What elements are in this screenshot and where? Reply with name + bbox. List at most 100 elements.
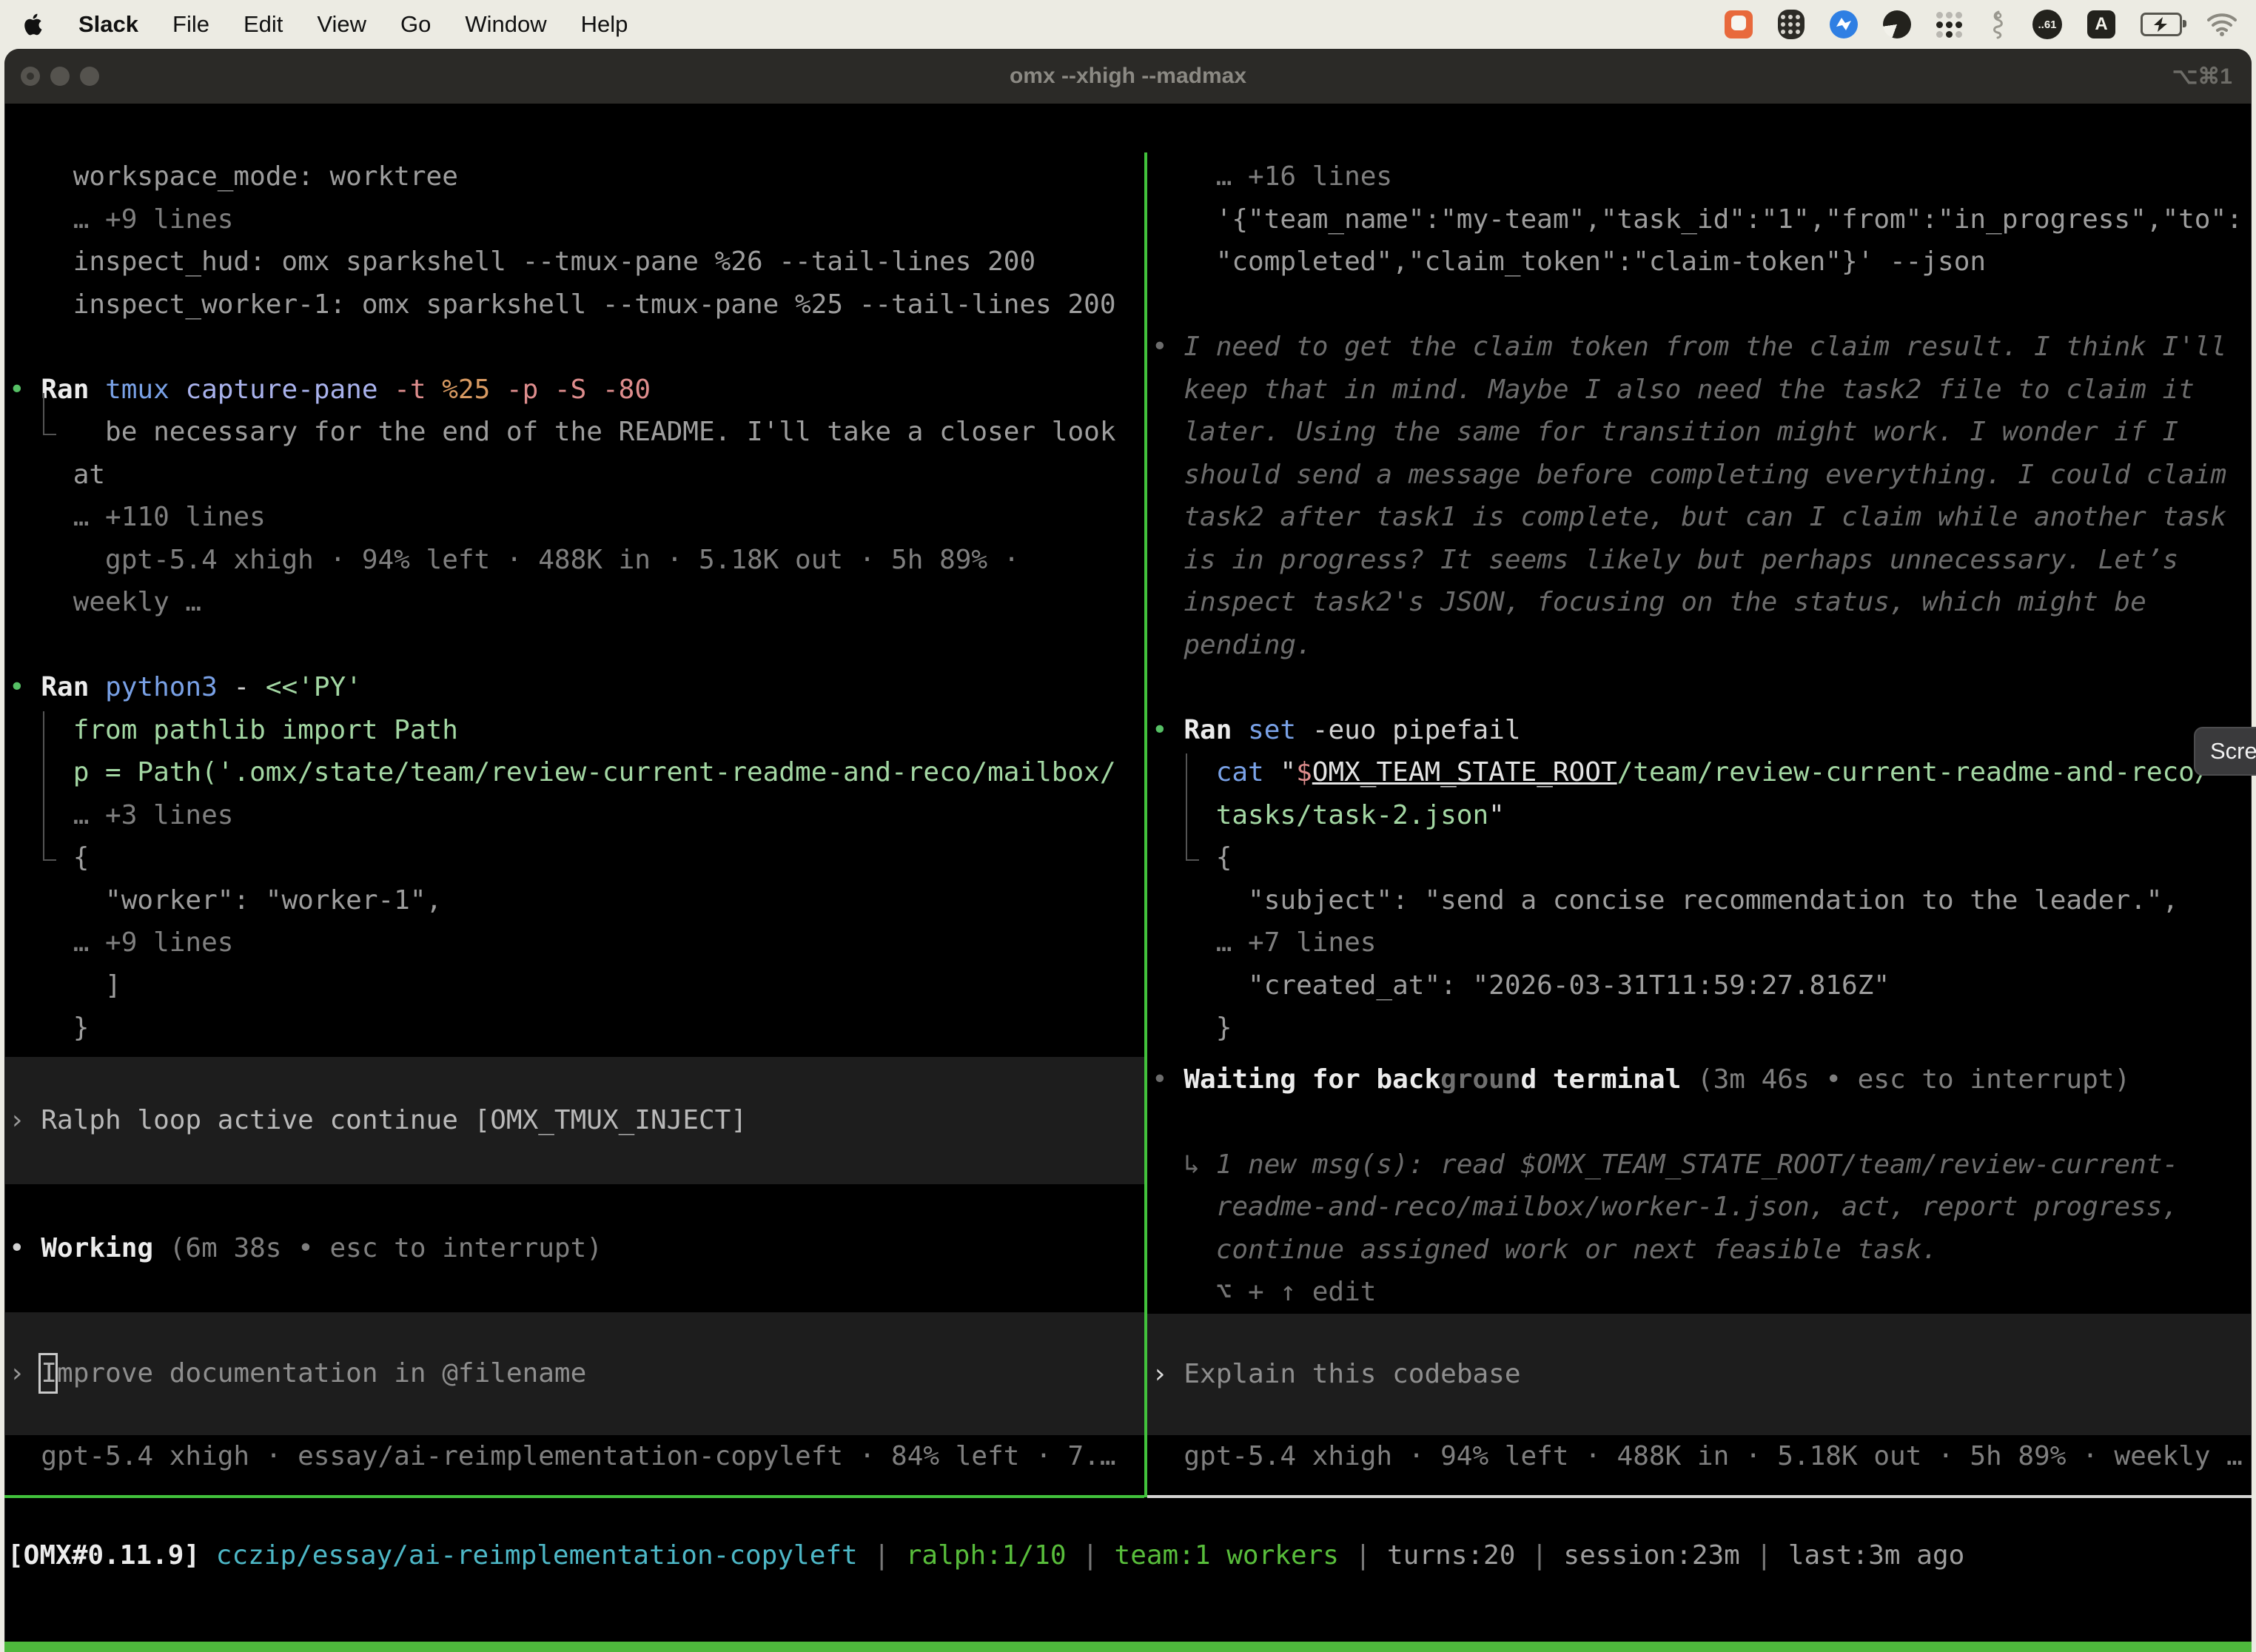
text-segment: ] (9, 970, 121, 1001)
input-source-icon[interactable]: A (2087, 10, 2115, 38)
text-segment: | (1339, 1540, 1387, 1571)
text-segment: python3 (105, 672, 233, 702)
prompt-input[interactable]: › Improve documentation in @filename (4, 1312, 1144, 1435)
meter-badge-icon[interactable]: ..61 (2032, 10, 2062, 39)
menu-item-edit[interactable]: Edit (244, 11, 283, 38)
terminal-line: "completed","claim_token":"claim-token"}… (1147, 241, 2252, 283)
text-segment: ralph:1/10 (906, 1540, 1067, 1571)
text-segment: '{"team_name":"my-team","task_id":"1","f… (1152, 204, 2243, 235)
command-line: • Ran set -euo pipefail (1147, 709, 2252, 752)
menu-item-view[interactable]: View (317, 11, 366, 38)
text-segment: … +16 lines (1152, 161, 1392, 192)
text-segment: task2 after task1 is complete, but can I… (1152, 502, 2226, 532)
terminal-line: … +9 lines (4, 921, 1144, 964)
terminal-line: tasks/task-2.json" (1147, 794, 2252, 837)
command-line: • Ran python3 - <<'PY' (4, 666, 1144, 709)
terminal-line: ⌥ + ↑ edit (1147, 1271, 2252, 1314)
text-segment: inspect_worker-1: omx sparkshell --tmux-… (9, 289, 1116, 320)
terminal-line: "subject": "send a concise recommendatio… (1147, 879, 2252, 922)
menu-item-window[interactable]: Window (465, 11, 546, 38)
prompt-input[interactable]: › Explain this codebase (1147, 1314, 2252, 1435)
text-segment: … +110 lines (9, 502, 266, 532)
squiggle-icon[interactable] (1988, 10, 2007, 39)
text-segment: workspace_mode: worktree (9, 161, 458, 192)
text-segment: ↳ 1 new msg(s): read $OMX_TEAM_STATE_ROO… (1152, 1149, 2178, 1180)
terminal-line: be necessary for the end of the README. … (4, 411, 1144, 454)
menu-item-file[interactable]: File (172, 11, 209, 38)
terminal-line: … +7 lines (1147, 921, 2252, 964)
tmux-pane-left[interactable]: workspace_mode: worktree … +9 lines insp… (4, 152, 1144, 1498)
terminal-line: weekly … (4, 581, 1144, 624)
menu-item-go[interactable]: Go (400, 11, 431, 38)
menu-item-help[interactable]: Help (581, 11, 628, 38)
text-segment: (6m 38s • esc to interrupt) (169, 1233, 602, 1263)
wifi-icon[interactable] (2207, 13, 2237, 36)
terminal-line (1147, 666, 2252, 709)
terminal-line: … +16 lines (1147, 155, 2252, 198)
text-segment: groun (1440, 1064, 1520, 1095)
text-segment: inspect_hud: omx sparkshell --tmux-pane … (9, 246, 1035, 277)
text-segment: (3m 46s • esc to interrupt) (1697, 1064, 2130, 1095)
terminal-line: cat "$OMX_TEAM_STATE_ROOT/team/review-cu… (1147, 751, 2252, 794)
text-segment: be necessary for the end of the README. … (9, 417, 1116, 447)
terminal-line: later. Using the same for transition mig… (1147, 411, 2252, 454)
terminal-window: omx --xhigh --madmax ⌥⌘1 workspace_mode:… (4, 49, 2252, 1652)
terminal-line: … +3 lines (4, 794, 1144, 837)
apple-icon[interactable] (22, 12, 44, 37)
text-segment: /team/review-current-readme-and-reco/ (1617, 757, 2211, 788)
terminal-line: should send a message before completing … (1147, 454, 2252, 497)
terminal-line: task2 after task1 is complete, but can I… (1147, 496, 2252, 539)
text-segment: "completed","claim_token":"claim-token"}… (1152, 246, 1986, 277)
tmux-session-label: [omx-cczip0:bash* (4, 1648, 281, 1652)
spacer (4, 1050, 1144, 1057)
text-segment: … +9 lines (9, 927, 233, 958)
input-source-label: A (2095, 14, 2107, 35)
terminal-line: inspect_hud: omx sparkshell --tmux-pane … (4, 241, 1144, 283)
text-segment: Ran (1184, 715, 1248, 745)
terminal-line: gpt-5.4 xhigh · essay/ai-reimplementatio… (4, 1435, 1144, 1478)
pie-menu-icon[interactable] (1883, 10, 1911, 38)
window-shortcut-hint: ⌥⌘1 (2172, 49, 2232, 104)
terminal-line: keep that in mind. Maybe I also need the… (1147, 369, 2252, 412)
terminal-line: from pathlib import Path (4, 709, 1144, 752)
active-pane-border (4, 1495, 1144, 1498)
text-segment: OMX_TEAM_STATE_ROOT (1312, 757, 1617, 788)
text-segment: $ (1296, 757, 1312, 788)
tmux-pane-right[interactable]: … +16 lines '{"team_name":"my-team","tas… (1147, 152, 2252, 1498)
text-segment (1152, 757, 1216, 788)
text-segment: <<'PY' (266, 672, 362, 702)
terminal-line: "worker": "worker-1", (4, 879, 1144, 922)
terminal-line: { (1147, 836, 2252, 879)
screen-overlay-button[interactable]: Scre (2194, 727, 2256, 776)
dots-grid-icon[interactable] (1936, 11, 1963, 38)
text-segment: cat (1216, 757, 1280, 788)
output-connector (43, 393, 56, 435)
text-segment: › (9, 1358, 41, 1389)
text-segment: tmux (105, 375, 185, 405)
text-segment: - (233, 672, 265, 702)
text-segment: weekly … (9, 587, 201, 617)
privacy-shield-icon[interactable] (1778, 10, 1805, 39)
text-segment: | (1740, 1540, 1788, 1571)
text-segment: | (1515, 1540, 1563, 1571)
text-segment: • (9, 375, 41, 405)
menu-bar: Slack File Edit View Go Window Help ..61… (0, 0, 2256, 49)
messenger-badge-icon[interactable] (1830, 10, 1858, 38)
slack-notification-icon[interactable] (1725, 10, 1753, 38)
omx-status-line: [OMX#0.11.9] cczip/essay/ai-reimplementa… (4, 1534, 2247, 1577)
terminal-line (4, 326, 1144, 369)
terminal-line: inspect_worker-1: omx sparkshell --tmux-… (4, 283, 1144, 326)
text-segment: " (1488, 800, 1505, 830)
terminal-line: • I need to get the claim token from the… (1147, 326, 2252, 369)
terminal-line: pending. (1147, 624, 2252, 667)
waiting-status: • Waiting for background terminal (3m 46… (1147, 1058, 2252, 1101)
active-app-name[interactable]: Slack (78, 11, 138, 38)
text-segment: inspect task2's JSON, focusing on the st… (1152, 587, 2146, 617)
text-segment: cczip/essay/ai-reimplementation-copyleft (216, 1540, 858, 1571)
text-segment: I need to get the claim token from the c… (1184, 332, 2226, 362)
text-segment: gpt-5.4 xhigh · 94% left · 488K in · 5.1… (1152, 1441, 2243, 1471)
battery-charging-icon[interactable] (2141, 13, 2182, 36)
text-segment: "created_at": "2026-03-31T11:59:27.816Z" (1152, 970, 1890, 1001)
window-titlebar[interactable]: omx --xhigh --madmax ⌥⌘1 (4, 49, 2252, 104)
text-segment: mprove documentation in @filename (57, 1358, 586, 1389)
